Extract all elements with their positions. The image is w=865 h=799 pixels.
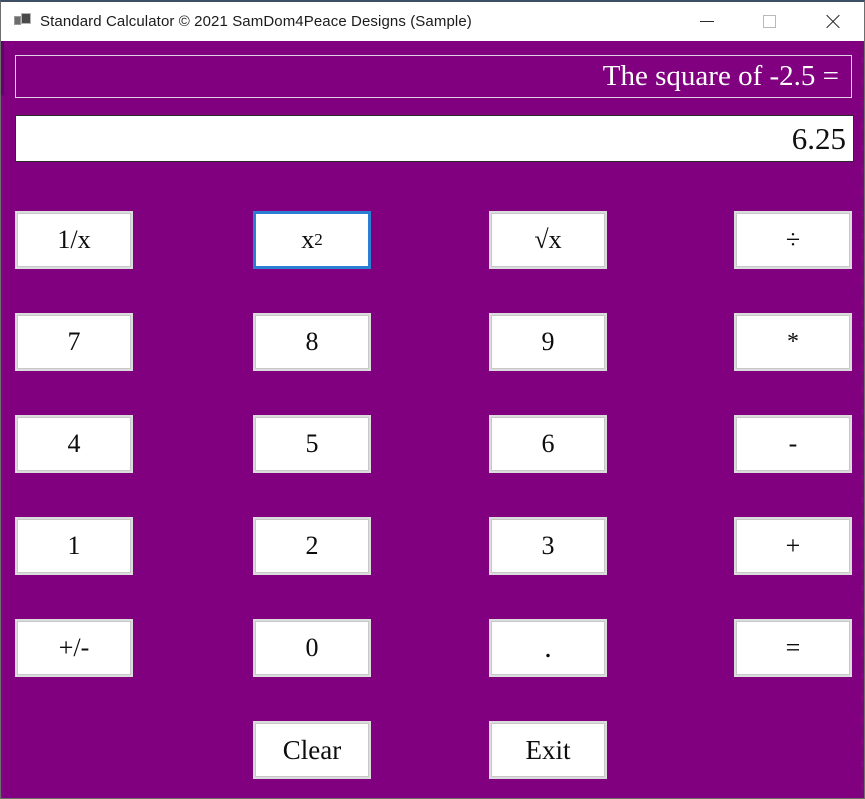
keypad-row-actions: Clear Exit <box>1 721 864 798</box>
close-button[interactable] <box>801 2 864 41</box>
keypad-row-3: 4 5 6 - <box>1 415 864 517</box>
digit-1-button[interactable]: 1 <box>15 517 133 575</box>
digit-2-button[interactable]: 2 <box>253 517 371 575</box>
sign-toggle-button[interactable]: +/- <box>15 619 133 677</box>
equals-button[interactable]: = <box>734 619 852 677</box>
keypad: 1/x x2 √x ÷ 7 8 9 * 4 5 6 - 1 2 3 + +/- … <box>1 211 864 798</box>
subtract-button[interactable]: - <box>734 415 852 473</box>
square-root-button[interactable]: √x <box>489 211 607 269</box>
decimal-point-button[interactable]: . <box>489 619 607 677</box>
title-bar: Standard Calculator © 2021 SamDom4Peace … <box>1 2 864 41</box>
result-display[interactable]: 6.25 <box>15 115 854 162</box>
window-title: Standard Calculator © 2021 SamDom4Peace … <box>40 13 472 30</box>
minimize-button[interactable] <box>675 2 738 41</box>
expression-display: The square of -2.5 = <box>15 55 852 98</box>
digit-4-button[interactable]: 4 <box>15 415 133 473</box>
keypad-row-1: 1/x x2 √x ÷ <box>1 211 864 313</box>
title-bar-left: Standard Calculator © 2021 SamDom4Peace … <box>1 13 675 30</box>
add-button[interactable]: + <box>734 517 852 575</box>
close-icon <box>825 14 840 29</box>
digit-5-button[interactable]: 5 <box>253 415 371 473</box>
minimize-icon <box>699 21 714 22</box>
keypad-row-5: +/- 0 . = <box>1 619 864 721</box>
digit-7-button[interactable]: 7 <box>15 313 133 371</box>
result-value: 6.25 <box>791 121 846 156</box>
exit-button[interactable]: Exit <box>489 721 607 779</box>
keypad-row-4: 1 2 3 + <box>1 517 864 619</box>
digit-9-button[interactable]: 9 <box>489 313 607 371</box>
multiply-button[interactable]: * <box>734 313 852 371</box>
expression-text: The square of -2.5 = <box>602 60 839 92</box>
window-controls <box>675 2 864 41</box>
maximize-icon <box>763 15 776 28</box>
digit-0-button[interactable]: 0 <box>253 619 371 677</box>
digit-8-button[interactable]: 8 <box>253 313 371 371</box>
keypad-row-2: 7 8 9 * <box>1 313 864 415</box>
digit-6-button[interactable]: 6 <box>489 415 607 473</box>
digit-3-button[interactable]: 3 <box>489 517 607 575</box>
calculator-window: Standard Calculator © 2021 SamDom4Peace … <box>0 0 865 799</box>
square-button[interactable]: x2 <box>253 211 371 269</box>
divide-button[interactable]: ÷ <box>734 211 852 269</box>
calculator-body: The square of -2.5 = 6.25 1/x x2 √x ÷ 7 … <box>1 41 864 798</box>
reciprocal-button[interactable]: 1/x <box>15 211 133 269</box>
maximize-button[interactable] <box>738 2 801 41</box>
app-window-icon <box>14 13 31 30</box>
clear-button[interactable]: Clear <box>253 721 371 779</box>
